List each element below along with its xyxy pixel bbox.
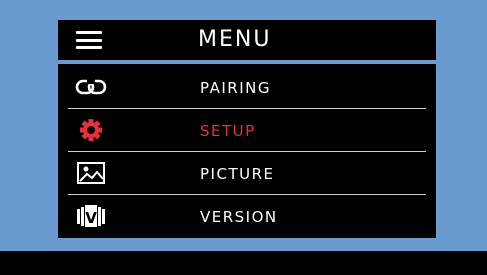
gear-icon: [75, 116, 107, 144]
screen: MENU PAIRING SETUP PICTURE V VERSION: [0, 0, 487, 275]
menu-item-label: PICTURE: [200, 165, 275, 183]
link-icon: [75, 73, 107, 101]
menu-item-label: PAIRING: [200, 79, 271, 97]
menu-header: MENU: [58, 20, 436, 60]
bottom-bar: [0, 251, 487, 275]
menu-item-version[interactable]: V VERSION: [58, 195, 436, 237]
menu-list: PAIRING SETUP PICTURE V VERSION: [58, 64, 436, 238]
menu-item-picture[interactable]: PICTURE: [58, 152, 436, 194]
menu-item-pairing[interactable]: PAIRING: [58, 66, 436, 108]
menu-item-label: SETUP: [200, 122, 256, 140]
hamburger-icon[interactable]: [76, 29, 102, 51]
menu-title: MENU: [198, 27, 272, 52]
image-icon: [75, 159, 107, 187]
svg-text:V: V: [85, 209, 97, 227]
menu-item-setup[interactable]: SETUP: [58, 109, 436, 151]
menu-item-label: VERSION: [200, 208, 278, 226]
version-icon: V: [75, 202, 107, 230]
